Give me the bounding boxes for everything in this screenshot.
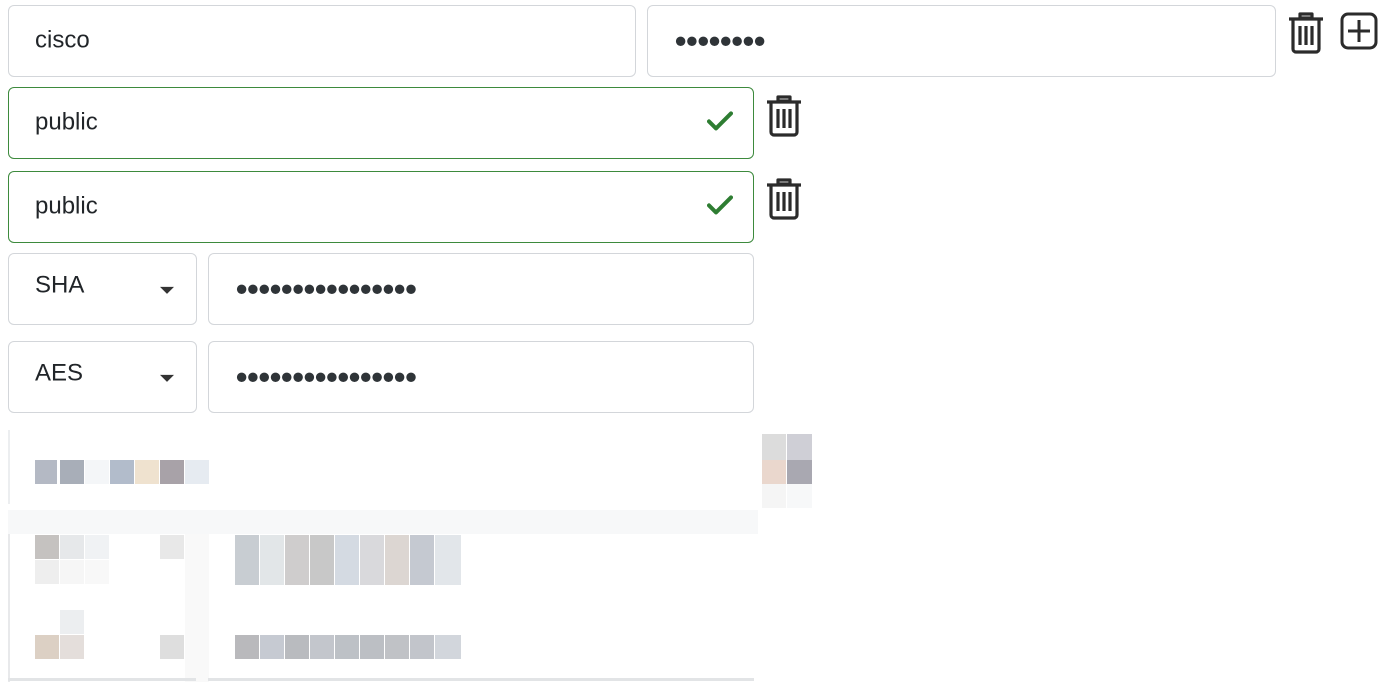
community-name-value: cisco <box>35 26 90 54</box>
auth-protocol-value: SHA <box>35 271 85 299</box>
caret-down-icon <box>160 286 174 294</box>
plus-square-icon[interactable] <box>1339 11 1379 56</box>
write-community-input[interactable]: public <box>8 171 754 243</box>
check-icon <box>707 194 733 222</box>
privacy-protocol-select[interactable]: AES <box>8 341 197 413</box>
trash-icon[interactable] <box>764 175 804 226</box>
community-name-input[interactable]: cisco <box>8 5 636 77</box>
trash-icon[interactable] <box>764 92 804 143</box>
auth-password-input[interactable]: ●●●●●●●●●●●●●●●● <box>208 253 754 325</box>
trash-icon[interactable] <box>1286 9 1326 60</box>
caret-down-icon <box>160 374 174 382</box>
privacy-protocol-value: AES <box>35 359 84 387</box>
auth-protocol-select[interactable]: SHA <box>8 253 197 325</box>
privacy-password-input[interactable]: ●●●●●●●●●●●●●●●● <box>208 341 754 413</box>
read-community-value: public <box>35 108 98 136</box>
community-secret-value: ●●●●●●●● <box>674 27 766 53</box>
write-community-value: public <box>35 192 98 220</box>
privacy-password-value: ●●●●●●●●●●●●●●●● <box>235 363 418 389</box>
auth-password-value: ●●●●●●●●●●●●●●●● <box>235 275 418 301</box>
check-icon <box>707 110 733 138</box>
read-community-input[interactable]: public <box>8 87 754 159</box>
community-secret-input[interactable]: ●●●●●●●● <box>647 5 1276 77</box>
